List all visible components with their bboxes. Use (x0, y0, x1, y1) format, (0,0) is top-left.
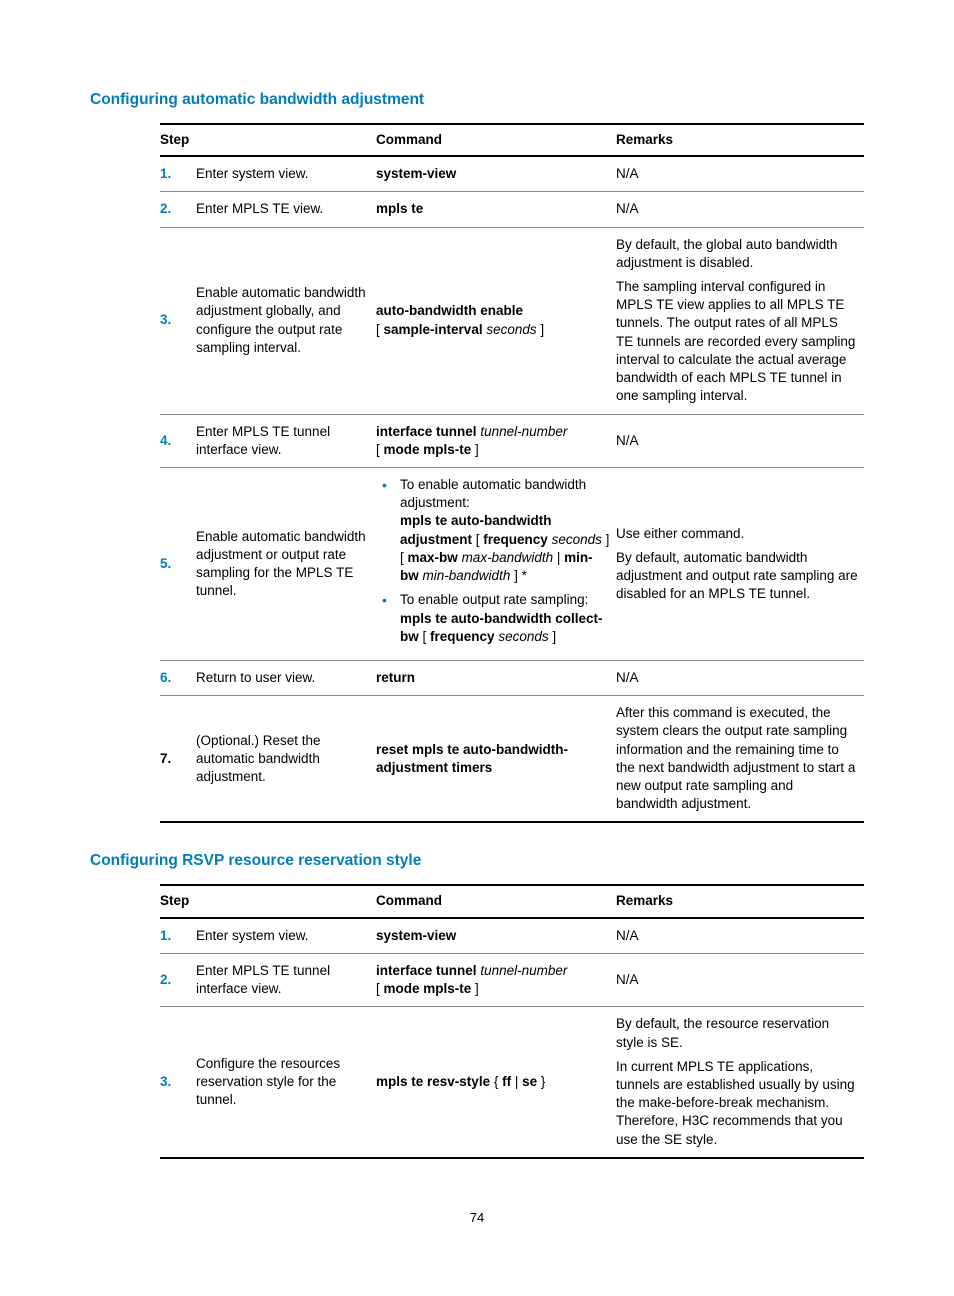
col-header-remarks: Remarks (616, 124, 864, 156)
table-row: 7.(Optional.) Reset the automatic bandwi… (160, 696, 864, 823)
table-row: 6.Return to user view.returnN/A (160, 660, 864, 695)
command-cell: return (376, 660, 616, 695)
step-number[interactable]: 3. (160, 227, 196, 414)
col-header-command: Command (376, 124, 616, 156)
col-header-step: Step (160, 124, 376, 156)
table-auto-bandwidth-wrap: Step Command Remarks 1.Enter system view… (160, 123, 864, 824)
col-header-command: Command (376, 885, 616, 917)
remarks-cell: By default, the resource reservation sty… (616, 1007, 864, 1158)
section-heading-rsvp-style: Configuring RSVP resource reservation st… (90, 851, 864, 872)
step-number[interactable]: 1. (160, 156, 196, 192)
table-rsvp-wrap: Step Command Remarks 1.Enter system view… (160, 884, 864, 1158)
command-list-item: To enable output rate sampling:mpls te a… (376, 591, 610, 646)
command-cell: mpls te resv-style { ff | se } (376, 1007, 616, 1158)
remarks-cell: By default, the global auto bandwidth ad… (616, 227, 864, 414)
step-number: 7. (160, 696, 196, 823)
step-number[interactable]: 3. (160, 1007, 196, 1158)
table-auto-bandwidth: Step Command Remarks 1.Enter system view… (160, 123, 864, 824)
remarks-cell: N/A (616, 156, 864, 192)
command-cell: reset mpls te auto-bandwidth-adjustment … (376, 696, 616, 823)
command-cell: system-view (376, 918, 616, 954)
remarks-cell: Use either command.By default, automatic… (616, 467, 864, 660)
step-description: Enter system view. (196, 918, 376, 954)
remarks-cell: After this command is executed, the syst… (616, 696, 864, 823)
table-row: 3.Configure the resources reservation st… (160, 1007, 864, 1158)
step-description: Return to user view. (196, 660, 376, 695)
col-header-step: Step (160, 885, 376, 917)
table-header-row: Step Command Remarks (160, 124, 864, 156)
remarks-cell: N/A (616, 192, 864, 227)
table-rsvp: Step Command Remarks 1.Enter system view… (160, 884, 864, 1158)
command-list-item: To enable automatic bandwidth adjustment… (376, 476, 610, 585)
table-row: 1.Enter system view.system-viewN/A (160, 156, 864, 192)
step-number[interactable]: 2. (160, 953, 196, 1006)
step-number[interactable]: 1. (160, 918, 196, 954)
table-row: 3.Enable automatic bandwidth adjustment … (160, 227, 864, 414)
step-description: Enable automatic bandwidth adjustment gl… (196, 227, 376, 414)
table-header-row: Step Command Remarks (160, 885, 864, 917)
step-description: Enter MPLS TE view. (196, 192, 376, 227)
command-cell: mpls te (376, 192, 616, 227)
command-cell: auto-bandwidth enable[ sample-interval s… (376, 227, 616, 414)
remarks-cell: N/A (616, 660, 864, 695)
page-number: 74 (90, 1209, 864, 1227)
step-description: Enter MPLS TE tunnel interface view. (196, 953, 376, 1006)
step-number[interactable]: 4. (160, 414, 196, 467)
table-row: 4.Enter MPLS TE tunnel interface view.in… (160, 414, 864, 467)
step-description: Enable automatic bandwidth adjustment or… (196, 467, 376, 660)
step-number[interactable]: 5. (160, 467, 196, 660)
command-cell: system-view (376, 156, 616, 192)
remarks-cell: N/A (616, 414, 864, 467)
remarks-cell: N/A (616, 953, 864, 1006)
section-heading-auto-bandwidth: Configuring automatic bandwidth adjustme… (90, 90, 864, 111)
step-description: Configure the resources reservation styl… (196, 1007, 376, 1158)
table-row: 2.Enter MPLS TE tunnel interface view.in… (160, 953, 864, 1006)
step-number[interactable]: 2. (160, 192, 196, 227)
col-header-remarks: Remarks (616, 885, 864, 917)
step-number[interactable]: 6. (160, 660, 196, 695)
command-cell: interface tunnel tunnel-number[ mode mpl… (376, 414, 616, 467)
table-row: 2.Enter MPLS TE view.mpls teN/A (160, 192, 864, 227)
command-cell: interface tunnel tunnel-number[ mode mpl… (376, 953, 616, 1006)
table-row: 5.Enable automatic bandwidth adjustment … (160, 467, 864, 660)
table-row: 1.Enter system view.system-viewN/A (160, 918, 864, 954)
step-description: Enter MPLS TE tunnel interface view. (196, 414, 376, 467)
remarks-cell: N/A (616, 918, 864, 954)
command-cell: To enable automatic bandwidth adjustment… (376, 467, 616, 660)
step-description: Enter system view. (196, 156, 376, 192)
step-description: (Optional.) Reset the automatic bandwidt… (196, 696, 376, 823)
